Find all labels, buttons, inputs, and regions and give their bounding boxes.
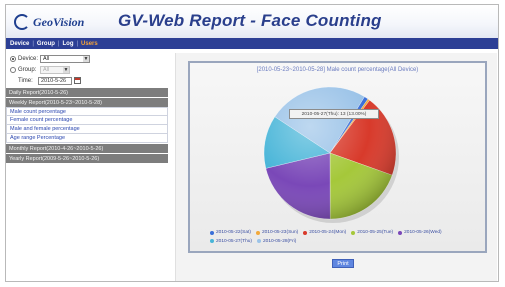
link-female-count[interactable]: Female count percentage	[6, 116, 168, 125]
time-label: Time:	[18, 77, 33, 84]
time-filter-row: Time: 2010-5-26	[6, 75, 168, 86]
report-content: [2010-05-23~2010-05-28] Male count perce…	[175, 53, 497, 281]
legend-swatch	[257, 239, 261, 243]
time-input[interactable]: 2010-5-26	[38, 76, 72, 85]
daily-report-header[interactable]: Daily Report(2010-5-26)	[6, 88, 168, 97]
sidebar: Device: All ▼ Group: All ▼ Time: 2010-5-…	[6, 53, 168, 163]
weekly-report-header[interactable]: Weekly Report(2010-5-23~2010-5-28)	[6, 98, 168, 107]
app-header: GeoVision GV-Web Report - Face Counting	[6, 5, 498, 38]
geovision-logo: GeoVision	[14, 13, 84, 31]
nav-separator: |	[32, 40, 34, 47]
group-select-value: All	[43, 66, 50, 73]
chart-tooltip: 2010-05-27(Thu): 13 (13.00%)	[289, 109, 379, 119]
device-radio[interactable]	[10, 55, 16, 62]
logo-mark-icon	[14, 14, 30, 30]
monthly-report-header[interactable]: Monthly Report(2010-4-26~2010-5-26)	[6, 144, 168, 153]
legend-swatch	[210, 239, 214, 243]
calendar-icon[interactable]	[74, 77, 81, 84]
device-select[interactable]: All ▼	[40, 54, 90, 63]
pie-chart-panel: [2010-05-23~2010-05-28] Male count perce…	[188, 61, 487, 253]
legend-label: 2010-05-27(Thu)	[216, 238, 252, 244]
logo-text: GeoVision	[33, 14, 85, 29]
group-radio[interactable]	[10, 66, 16, 73]
group-filter-row: Group: All ▼	[6, 64, 168, 75]
chart-legend: 2010-05-22(Sat) 2010-05-23(Sun) 2010-05-24…	[210, 229, 475, 246]
legend-swatch	[210, 230, 214, 235]
page-title: GV-Web Report - Face Counting	[118, 11, 382, 30]
legend-item: 2010-05-23(Sun)	[255, 229, 299, 236]
legend-label: 2010-05-25(Tue)	[357, 230, 394, 235]
pie-highlight	[264, 87, 396, 219]
legend-item: 2010-05-26(Wed)	[398, 229, 442, 236]
legend-label: 2010-05-22(Sat)	[216, 230, 251, 235]
device-label: Device:	[18, 55, 39, 62]
device-select-value: All	[43, 55, 50, 62]
nav-log[interactable]: Log	[62, 41, 73, 47]
nav-group[interactable]: Group	[37, 41, 55, 47]
chevron-down-icon: ▼	[83, 55, 89, 62]
nav-separator: |	[76, 40, 79, 47]
legend-label: 2010-05-28(Fri)	[263, 238, 297, 244]
legend-swatch	[255, 230, 260, 235]
legend-item: 2010-05-27(Thu)	[210, 238, 252, 245]
link-male-count[interactable]: Male count percentage	[6, 107, 168, 116]
legend-item: 2010-05-25(Tue)	[351, 229, 393, 236]
pie-chart	[263, 86, 399, 223]
link-age-range[interactable]: Age range Percentage	[6, 134, 168, 143]
legend-item: 2010-05-24(Mon)	[303, 229, 346, 236]
legend-swatch	[398, 230, 403, 235]
report-window: GeoVision GV-Web Report - Face Counting …	[5, 4, 499, 282]
nav-users[interactable]: Users	[81, 41, 98, 47]
yearly-report-header[interactable]: Yearly Report(2009-5-26~2010-5-26)	[6, 154, 168, 163]
legend-item: 2010-05-22(Sat)	[210, 229, 251, 236]
legend-swatch	[351, 230, 356, 235]
link-male-female[interactable]: Male and female percentage	[6, 125, 168, 134]
legend-swatch	[303, 230, 308, 235]
legend-label: 2010-05-24(Mon)	[309, 230, 347, 235]
group-select[interactable]: All ▼	[40, 65, 70, 74]
device-filter-row: Device: All ▼	[6, 53, 168, 64]
top-nav: Device | Group | Log | Users	[6, 38, 498, 49]
legend-label: 2010-05-23(Sun)	[261, 230, 299, 235]
chevron-down-icon: ▼	[63, 66, 69, 73]
legend-item: 2010-05-28(Fri)	[257, 238, 296, 245]
legend-label: 2010-05-26(Wed)	[404, 230, 442, 235]
nav-device[interactable]: Device	[10, 41, 29, 47]
group-label: Group:	[18, 66, 37, 73]
print-button[interactable]: Print	[332, 259, 354, 268]
nav-separator: |	[57, 40, 60, 47]
